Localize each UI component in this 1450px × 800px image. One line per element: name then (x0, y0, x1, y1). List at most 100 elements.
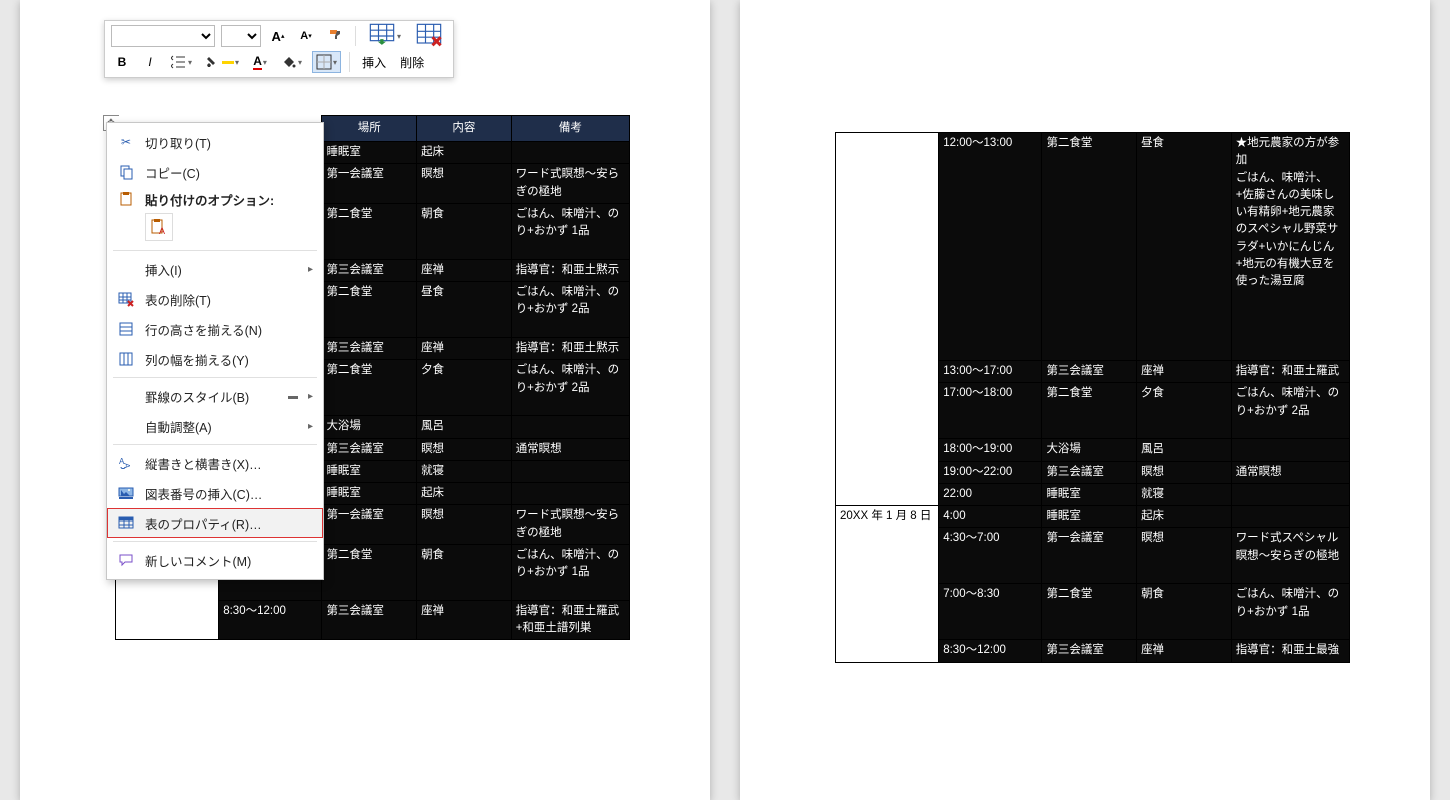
content-cell: 座禅 (417, 338, 512, 360)
ctx-paste-options: A (107, 211, 323, 247)
remark-cell: ごはん、味噌汁、のり+おかず 1品 (1231, 584, 1349, 640)
content-cell: 座禅 (417, 600, 512, 640)
chevron-right-icon: ▸ (308, 391, 313, 402)
place-cell: 第二食堂 (1042, 133, 1137, 361)
time-cell: 8:30～12:00 (939, 640, 1042, 662)
place-cell: 第二食堂 (322, 360, 417, 416)
ctx-text-direction[interactable]: AA 縦書きと横書き(X)… (107, 448, 323, 478)
remark-cell: 指導官：和亜土羅武 (1231, 361, 1349, 383)
table-properties-icon (117, 514, 135, 532)
time-cell: 22:00 (939, 483, 1042, 505)
content-cell: 朝食 (1137, 584, 1232, 640)
time-cell: 4:00 (939, 506, 1042, 528)
paste-option-button[interactable]: A (145, 213, 173, 241)
remark-cell: 指導官：和亜土羅武+和亜土譜列巣 (511, 600, 629, 640)
remark-cell (1231, 439, 1349, 461)
header-place: 場所 (322, 116, 417, 142)
svg-text:A: A (159, 226, 165, 236)
content-cell: 座禅 (417, 259, 512, 281)
clipboard-icon (117, 190, 135, 208)
remark-cell: ごはん、味噌汁、のり+おかず 2品 (511, 360, 629, 416)
ctx-border-styles[interactable]: 罫線のスタイル(B) ▬ ▸ (107, 381, 323, 411)
place-cell: 睡眠室 (322, 460, 417, 482)
ctx-insert[interactable]: 挿入(I) ▸ (107, 254, 323, 284)
comment-icon (117, 551, 135, 569)
table-insert-icon (368, 22, 396, 50)
remark-cell (511, 142, 629, 164)
content-cell: 朝食 (417, 544, 512, 600)
context-menu: ✂ 切り取り(T) コピー(C) 貼り付けのオプション: A 挿入(I) ▸ 表… (106, 122, 324, 580)
ctx-cut[interactable]: ✂ 切り取り(T) (107, 127, 323, 157)
shrink-font-button[interactable]: A▾ (295, 25, 317, 47)
bold-button[interactable]: B (111, 51, 133, 73)
remark-cell (1231, 506, 1349, 528)
ctx-separator (113, 377, 317, 378)
font-color-button[interactable]: A ▾ (249, 51, 271, 73)
ctx-table-properties[interactable]: 表のプロパティ(R)… (107, 508, 323, 538)
table-row[interactable]: 12:00～13:00第二食堂昼食★地元農家の方が参加ごはん、味噌汁、+佐藤さん… (836, 133, 1350, 361)
place-cell: 睡眠室 (322, 142, 417, 164)
place-cell: 第三会議室 (1042, 361, 1137, 383)
content-cell: 風呂 (1137, 439, 1232, 461)
remark-cell (511, 460, 629, 482)
remark-cell: 通常瞑想 (511, 438, 629, 460)
content-cell: 瞑想 (1137, 528, 1232, 584)
content-cell: 夕食 (417, 360, 512, 416)
table-delete-icon (415, 22, 443, 50)
remark-cell: ごはん、味噌汁、のり+おかず 1品 (511, 203, 629, 259)
remark-cell: ごはん、味噌汁、のり+おかず 2品 (511, 282, 629, 338)
grow-font-button[interactable]: A▴ (267, 25, 289, 47)
content-cell: 瞑想 (1137, 461, 1232, 483)
schedule-table-2[interactable]: 12:00～13:00第二食堂昼食★地元農家の方が参加ごはん、味噌汁、+佐藤さん… (835, 132, 1350, 663)
table-insert-dropdown[interactable]: ▾ (364, 25, 405, 47)
page2-content: 12:00～13:00第二食堂昼食★地元農家の方が参加ごはん、味噌汁、+佐藤さん… (835, 132, 1350, 663)
delete-label[interactable]: 削除 (396, 54, 428, 71)
shading-button[interactable]: ▾ (277, 51, 306, 73)
place-cell: 第一会議室 (1042, 528, 1137, 584)
ctx-autofit[interactable]: 自動調整(A) ▸ (107, 411, 323, 441)
content-cell: 瞑想 (417, 164, 512, 204)
insert-label[interactable]: 挿入 (358, 54, 390, 71)
ctx-insert-caption[interactable]: 図表番号の挿入(C)… (107, 478, 323, 508)
place-cell: 第一会議室 (322, 164, 417, 204)
place-cell: 睡眠室 (1042, 483, 1137, 505)
toolbar-row-1: A▴ A▾ ▾ (111, 25, 447, 47)
italic-button[interactable]: I (139, 51, 161, 73)
remark-cell: ごはん、味噌汁、のり+おかず 1品 (511, 544, 629, 600)
ctx-copy[interactable]: コピー(C) (107, 157, 323, 187)
font-family-select[interactable] (111, 25, 215, 47)
place-cell: 第二食堂 (1042, 584, 1137, 640)
remark-cell: ★地元農家の方が参加ごはん、味噌汁、+佐藤さんの美味しい有精卵+地元農家のスペシ… (1231, 133, 1349, 361)
line-spacing-icon (171, 54, 187, 70)
remark-cell: 指導官：和亜土黙示 (511, 338, 629, 360)
remark-cell (511, 416, 629, 438)
paint-bucket-icon (281, 54, 297, 70)
mini-toolbar: A▴ A▾ ▾ B I ▾ ▾ A ▾ ▾ (104, 20, 454, 78)
content-cell: 瞑想 (417, 505, 512, 545)
highlight-button[interactable]: ▾ (202, 51, 243, 73)
time-cell: 7:00～8:30 (939, 584, 1042, 640)
table-row[interactable]: 20XX 年 1 月 8 日4:00睡眠室起床 (836, 506, 1350, 528)
format-painter-button[interactable] (323, 25, 347, 47)
borders-button[interactable]: ▾ (312, 51, 341, 73)
table-delete-button[interactable] (411, 25, 447, 47)
copy-icon (117, 163, 135, 181)
text-direction-icon: AA (117, 454, 135, 472)
font-size-select[interactable] (221, 25, 261, 47)
content-cell: 瞑想 (417, 438, 512, 460)
ctx-distribute-cols[interactable]: 列の幅を揃える(Y) (107, 344, 323, 374)
ctx-new-comment[interactable]: 新しいコメント(M) (107, 545, 323, 575)
place-cell: 第二食堂 (1042, 383, 1137, 439)
borders-icon (316, 54, 332, 70)
content-cell: 昼食 (1137, 133, 1232, 361)
line-spacing-button[interactable]: ▾ (167, 51, 196, 73)
remark-cell: ワード式瞑想～安らぎの極地 (511, 505, 629, 545)
remark-cell: ごはん、味噌汁、のり+おかず 2品 (1231, 383, 1349, 439)
content-cell: 夕食 (1137, 383, 1232, 439)
date-cell (836, 133, 939, 506)
ctx-delete-table[interactable]: 表の削除(T) (107, 284, 323, 314)
distribute-rows-icon (117, 320, 135, 338)
paste-keep-source-icon: A (150, 218, 168, 236)
ctx-distribute-rows[interactable]: 行の高さを揃える(N) (107, 314, 323, 344)
place-cell: 第三会議室 (322, 259, 417, 281)
